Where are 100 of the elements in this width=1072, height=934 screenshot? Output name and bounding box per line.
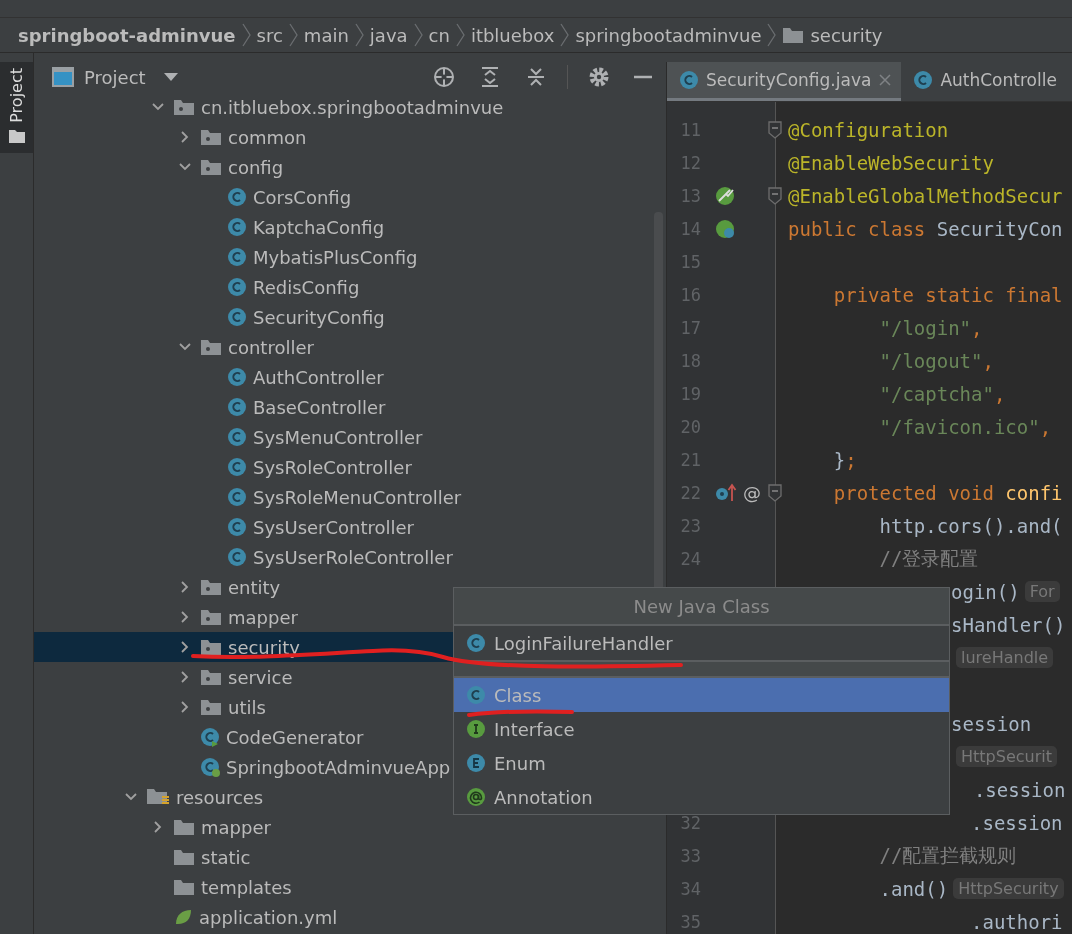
fold-marker-icon[interactable] bbox=[768, 186, 782, 205]
tree-row[interactable]: cn.itbluebox.springbootadminvue bbox=[34, 92, 666, 122]
panel-title[interactable]: Project bbox=[84, 66, 146, 88]
tree-label: KaptchaConfig bbox=[253, 216, 385, 238]
tree-row[interactable]: RedisConfig bbox=[34, 272, 666, 302]
class-icon bbox=[227, 487, 247, 507]
folder-icon bbox=[173, 818, 195, 836]
code-token: //配置拦截规则 bbox=[878, 842, 1017, 868]
tree-row[interactable]: KaptchaConfig bbox=[34, 212, 666, 242]
chevron-right-icon bbox=[354, 22, 364, 48]
expand-all-icon[interactable] bbox=[479, 66, 501, 88]
package-icon bbox=[200, 608, 222, 626]
tree-row[interactable]: common bbox=[34, 122, 666, 152]
code-token: .authori bbox=[970, 910, 1063, 933]
tree-label: application.yml bbox=[199, 906, 338, 928]
tree-label: service bbox=[228, 666, 293, 688]
tree-row[interactable]: MybatisPlusConfig bbox=[34, 242, 666, 272]
tree-label: SysRoleController bbox=[253, 456, 412, 478]
class-icon bbox=[679, 70, 699, 90]
code-token: session bbox=[951, 712, 1032, 735]
annotation-marker[interactable]: @ bbox=[743, 482, 761, 503]
editor-tab[interactable]: AuthControlle bbox=[901, 62, 1066, 101]
code-token: "/captcha" bbox=[878, 382, 994, 405]
tree-row[interactable]: config bbox=[34, 152, 666, 182]
class-icon bbox=[227, 367, 247, 387]
editor-tab[interactable]: SecurityConfig.java bbox=[667, 62, 902, 101]
tree-row[interactable]: AuthController bbox=[34, 362, 666, 392]
folder-icon bbox=[8, 128, 25, 143]
package-icon bbox=[200, 698, 222, 716]
chevron-right-icon bbox=[241, 22, 251, 48]
tree-label: cn.itbluebox.springbootadminvue bbox=[201, 96, 504, 118]
package-icon bbox=[200, 158, 222, 176]
fold-marker-icon[interactable] bbox=[768, 483, 782, 502]
code-token: , bbox=[993, 382, 1006, 405]
breadcrumb-item[interactable]: security bbox=[810, 24, 883, 46]
collapse-all-icon[interactable] bbox=[525, 66, 547, 88]
code-token: confi bbox=[1005, 481, 1063, 504]
tree-label: SysUserController bbox=[253, 516, 415, 538]
class-icon bbox=[227, 217, 247, 237]
breadcrumb-item[interactable]: springbootadminvue bbox=[575, 24, 762, 46]
code-token: ogin() bbox=[951, 580, 1020, 603]
tree-label: AuthController bbox=[253, 366, 384, 388]
fold-marker-icon[interactable] bbox=[768, 120, 782, 139]
tree-row[interactable]: SysUserRoleController bbox=[34, 542, 666, 572]
breadcrumb-item[interactable]: java bbox=[369, 24, 408, 46]
tree-label: resources bbox=[176, 786, 264, 808]
tree-row[interactable]: application.yml bbox=[34, 902, 666, 932]
folder-icon bbox=[173, 848, 195, 866]
tree-label: config bbox=[228, 156, 284, 178]
code-token: private static final bbox=[832, 283, 1063, 306]
code-token: "/favicon.ico" bbox=[878, 415, 1040, 438]
tree-row[interactable]: BaseController bbox=[34, 392, 666, 422]
tree-row[interactable]: mapper bbox=[34, 812, 666, 842]
class-icon bbox=[466, 633, 486, 653]
popup-item[interactable]: Interface bbox=[454, 712, 949, 746]
breadcrumb-item[interactable]: springboot-adminvue bbox=[18, 24, 236, 46]
code-token: sHandler() bbox=[951, 613, 1066, 636]
enum-icon bbox=[466, 753, 486, 773]
dropdown-caret-icon[interactable] bbox=[163, 72, 178, 82]
breadcrumb-item[interactable]: itbluebox bbox=[470, 24, 555, 46]
popup-item[interactable]: Enum bbox=[454, 746, 949, 780]
tree-row[interactable]: SysMenuController bbox=[34, 422, 666, 452]
popup-item[interactable]: Annotation bbox=[454, 780, 949, 814]
tree-label: mapper bbox=[228, 606, 298, 628]
project-tool-tab[interactable]: Project bbox=[0, 62, 33, 153]
code-token: , bbox=[982, 349, 994, 372]
popup-title: New Java Class bbox=[454, 588, 949, 626]
runnable-class-icon bbox=[200, 727, 220, 747]
code-token: protected void bbox=[832, 481, 995, 504]
tree-row[interactable]: SysRoleController bbox=[34, 452, 666, 482]
chevron-right-icon bbox=[288, 22, 298, 48]
spring-class-icon bbox=[200, 757, 220, 777]
chevron-right-icon bbox=[455, 22, 465, 48]
code-token: @EnableGlobalMethodSecur bbox=[788, 184, 1063, 207]
breadcrumb-item[interactable]: cn bbox=[428, 24, 450, 46]
breadcrumb-item[interactable]: src bbox=[256, 24, 283, 46]
code-token: .session bbox=[970, 811, 1063, 834]
settings-icon[interactable] bbox=[588, 66, 610, 88]
tree-row[interactable]: static bbox=[34, 842, 666, 872]
inlay-hint: HttpSecurity bbox=[953, 878, 1064, 899]
locate-icon[interactable] bbox=[433, 66, 455, 88]
class-icon bbox=[227, 247, 247, 267]
tree-row[interactable]: SysUserController bbox=[34, 512, 666, 542]
tree-row[interactable]: controller bbox=[34, 332, 666, 362]
folder-icon bbox=[173, 878, 195, 896]
inlay-hint: lureHandle bbox=[956, 647, 1054, 668]
tree-row[interactable]: CorsConfig bbox=[34, 182, 666, 212]
tree-label: static bbox=[201, 846, 251, 868]
tree-row[interactable]: templates bbox=[34, 872, 666, 902]
code-token: ; bbox=[845, 448, 857, 471]
tree-label: SpringbootAdminvueApp bbox=[226, 756, 451, 778]
code-token: "/login" bbox=[878, 316, 972, 339]
interface-icon bbox=[466, 719, 486, 739]
code-token: , bbox=[971, 316, 983, 339]
breadcrumb-item[interactable]: main bbox=[303, 24, 349, 46]
tree-label: MybatisPlusConfig bbox=[253, 246, 418, 268]
tree-row[interactable]: SysRoleMenuController bbox=[34, 482, 666, 512]
override-icon[interactable] bbox=[715, 482, 737, 503]
tree-row[interactable]: SecurityConfig bbox=[34, 302, 666, 332]
code-token: @Configuration bbox=[788, 118, 949, 141]
